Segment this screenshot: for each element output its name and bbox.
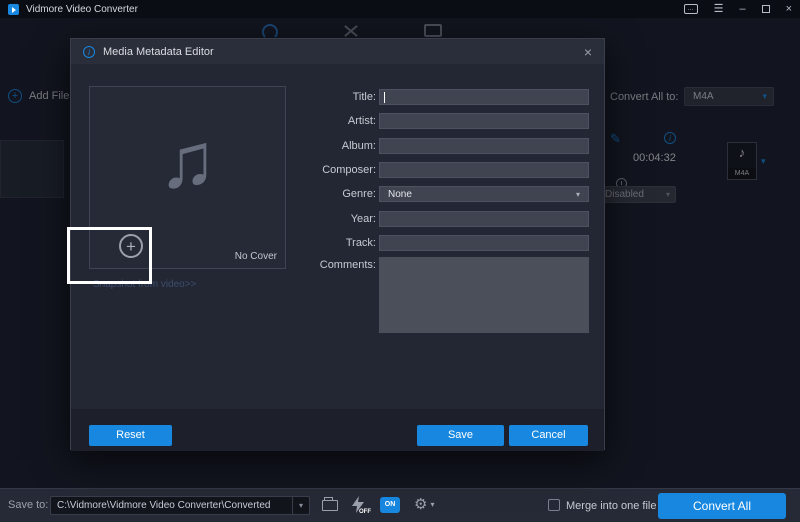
comments-label: Comments: (266, 259, 376, 271)
cancel-button[interactable]: Cancel (509, 425, 588, 446)
maximize-icon[interactable] (762, 5, 770, 13)
hardware-acceleration-off-icon[interactable]: OFF (352, 496, 368, 515)
convert-all-button[interactable]: Convert All (658, 493, 786, 519)
track-input[interactable] (379, 235, 589, 251)
minimize-icon[interactable]: – (739, 4, 745, 15)
app-title: Vidmore Video Converter (26, 4, 138, 15)
artist-label: Artist: (266, 115, 376, 127)
album-label: Album: (266, 140, 376, 152)
music-note-icon: ♫ (90, 95, 285, 225)
gpu-acceleration-on-icon[interactable]: ON (380, 497, 400, 513)
menu-icon[interactable]: ☰ (714, 4, 724, 15)
output-path-value: C:\Vidmore\Vidmore Video Converter\Conve… (51, 500, 270, 511)
year-input[interactable] (379, 211, 589, 227)
chevron-down-icon: ▾ (576, 190, 588, 199)
track-label: Track: (266, 237, 376, 249)
app-window: Vidmore Video Converter ... ☰ – × + Add … (0, 0, 800, 522)
info-icon: i (83, 46, 95, 58)
settings-control[interactable]: ⚙ ▾ (414, 495, 434, 513)
dialog-footer: Reset Save Cancel (71, 409, 604, 451)
dialog-title: Media Metadata Editor (103, 46, 214, 58)
comments-textarea[interactable] (379, 257, 589, 333)
open-folder-icon[interactable] (322, 500, 338, 511)
genre-value: None (380, 189, 412, 200)
artist-input[interactable] (379, 113, 589, 129)
chevron-down-icon: ▾ (430, 500, 434, 509)
merge-checkbox[interactable] (548, 499, 560, 511)
dialog-header: i Media Metadata Editor × (71, 39, 604, 64)
save-to-label: Save to: (8, 499, 48, 511)
reset-button[interactable]: Reset (89, 425, 172, 446)
off-badge: OFF (359, 509, 371, 515)
title-input[interactable] (379, 89, 589, 105)
close-icon[interactable]: × (786, 4, 792, 15)
genre-dropdown[interactable]: None ▾ (379, 186, 589, 202)
composer-input[interactable] (379, 162, 589, 178)
title-label: Title: (266, 91, 376, 103)
year-label: Year: (266, 213, 376, 225)
text-cursor (384, 92, 385, 103)
composer-label: Composer: (266, 164, 376, 176)
gear-icon: ⚙ (414, 495, 427, 513)
title-bar: Vidmore Video Converter ... ☰ – × (0, 0, 800, 18)
merge-label: Merge into one file (566, 500, 657, 512)
album-input[interactable] (379, 138, 589, 154)
app-logo-icon (8, 4, 19, 15)
genre-label: Genre: (266, 188, 376, 200)
output-path-dropdown[interactable]: C:\Vidmore\Vidmore Video Converter\Conve… (50, 496, 310, 515)
dialog-close-icon[interactable]: × (584, 45, 592, 59)
bottom-bar: Save to: C:\Vidmore\Vidmore Video Conver… (0, 488, 800, 522)
feedback-icon[interactable]: ... (684, 4, 698, 14)
save-button[interactable]: Save (417, 425, 504, 446)
chevron-down-icon: ▾ (292, 497, 309, 514)
highlight-annotation-box (67, 227, 152, 284)
